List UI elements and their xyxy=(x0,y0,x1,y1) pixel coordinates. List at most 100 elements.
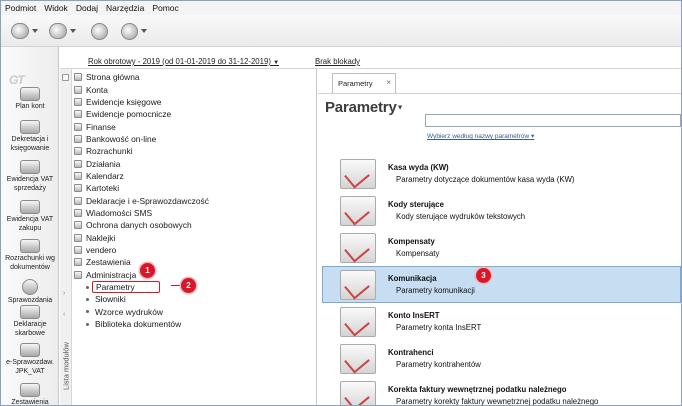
menu-narzedzia[interactable]: Narzędzia xyxy=(106,3,144,13)
tree-item[interactable]: Konta xyxy=(74,83,314,95)
module-sprawozdania[interactable]: Sprawozdania xyxy=(1,279,59,306)
tree-subitem[interactable]: Wzorce wydruków xyxy=(74,306,314,318)
search-options-link[interactable]: Wybierz według nazwy parametrów ▾ xyxy=(427,132,534,140)
disk-icon xyxy=(91,22,108,40)
tree-item[interactable]: Rozrachunki xyxy=(74,145,314,157)
tree-item-label: Konta xyxy=(86,84,108,95)
param-name[interactable]: Korekta faktury wewnętrznej podatku nale… xyxy=(388,385,598,394)
param-row[interactable]: Kody sterujące Kody sterujące wydruków te… xyxy=(322,192,681,229)
param-row-selected[interactable]: Komunikacja Parametry komunikacji xyxy=(322,266,681,303)
tree-subitem[interactable]: Biblioteka dokumentów xyxy=(74,318,314,330)
pin-icon[interactable] xyxy=(62,74,69,81)
fiscal-year-selector[interactable]: Rok obrotowy - 2019 (od 01-01-2019 do 31… xyxy=(88,57,279,66)
tree-item-label: Strona główna xyxy=(86,72,140,83)
tree-item[interactable]: Strona główna xyxy=(74,71,314,83)
tree-item[interactable]: Kalendarz xyxy=(74,170,314,182)
tree-item[interactable]: Bankowość on-line xyxy=(74,133,314,145)
search-input[interactable] xyxy=(425,114,681,127)
pen-icon xyxy=(20,120,40,134)
menu-dodaj[interactable]: Dodaj xyxy=(76,3,98,13)
param-row[interactable]: Konto InsERT Parametry konta InsERT xyxy=(322,303,681,340)
menu-bar: Podmiot Widok Dodaj Narzędzia Pomoc xyxy=(1,1,681,15)
callout-badge-1: 1 xyxy=(140,263,155,278)
module-rozrachunki[interactable]: Rozrachunki wg dokumentów xyxy=(1,239,59,272)
module-plan-kont[interactable]: Plan kont xyxy=(1,87,59,112)
tab-parametry[interactable]: Parametry × xyxy=(332,73,396,93)
chevron-left-icon[interactable]: ‹ xyxy=(63,311,65,318)
new-document-icon xyxy=(11,23,29,39)
logo: GT xyxy=(9,73,25,87)
status-bar: Rok obrotowy - 2019 (od 01-01-2019 do 31… xyxy=(60,47,681,69)
tree-item-label: Kalendarz xyxy=(86,170,124,181)
new-document-button[interactable] xyxy=(11,21,38,41)
param-name[interactable]: Kasa wyda (KW) xyxy=(388,163,575,172)
module-dekretacja[interactable]: Dekretacja i księgowanie xyxy=(1,120,59,153)
param-name[interactable]: Konto InsERT xyxy=(388,311,481,320)
print-button[interactable] xyxy=(49,21,76,41)
tree-item-label: Rozrachunki xyxy=(86,146,133,157)
list-icon xyxy=(20,383,40,397)
param-description: Parametry konta InsERT xyxy=(396,323,482,332)
module-vat-zakupu[interactable]: Ewidencja VAT zakupu xyxy=(1,200,59,233)
param-name[interactable]: Kody sterujące xyxy=(388,200,525,209)
menu-podmiot[interactable]: Podmiot xyxy=(5,3,36,13)
dropdown-arrow-icon xyxy=(141,29,147,33)
module-jpk-vat[interactable]: e-Sprawozdaw. JPK_VAT xyxy=(1,343,59,376)
tree-subitem[interactable]: Słowniki xyxy=(74,293,314,305)
tree-item-label: Administracja xyxy=(86,269,137,280)
save-button[interactable] xyxy=(91,21,108,41)
checklist-icon xyxy=(340,158,376,189)
param-description: Kompensaty xyxy=(396,249,440,258)
checklist-icon xyxy=(340,343,376,374)
module-list-label[interactable]: Lista modułów xyxy=(61,327,71,405)
folder-icon xyxy=(74,233,82,242)
tree-item[interactable]: Ewidencje księgowe xyxy=(74,96,314,108)
lock-status-link[interactable]: Brak blokady xyxy=(315,57,360,66)
chevron-right-icon[interactable]: › xyxy=(63,290,65,297)
checklist-icon xyxy=(340,269,376,300)
param-name[interactable]: Kompensaty xyxy=(388,237,439,246)
tree-item-label: Deklaracje i e-Sprawozdawczość xyxy=(86,195,209,206)
param-row[interactable]: Korekta faktury wewnętrznej podatku nale… xyxy=(322,377,681,405)
menu-widok[interactable]: Widok xyxy=(44,3,68,13)
tree-item-label: Ewidencje księgowe xyxy=(86,96,162,107)
tree-item[interactable]: Administracja xyxy=(74,269,314,281)
module-vat-sprzedazy[interactable]: Ewidencja VAT sprzedaży xyxy=(1,160,59,193)
tree-item-label: Bankowość on-line xyxy=(86,133,157,144)
tree-item[interactable]: Wiadomości SMS xyxy=(74,207,314,219)
module-deklaracje[interactable]: Deklaracje skarbowe xyxy=(1,305,59,338)
callout-badge-2: 2 xyxy=(181,278,196,293)
close-icon[interactable]: × xyxy=(386,78,391,87)
page-title[interactable]: Parametry▼ xyxy=(325,99,404,116)
folder-icon xyxy=(74,97,82,106)
help-button[interactable] xyxy=(121,21,147,41)
module-zestawienia[interactable]: Zestawienia xyxy=(1,383,59,405)
tree-item-label: Ochrona danych osobowych xyxy=(86,220,192,231)
tree-item[interactable]: Działania xyxy=(74,157,314,169)
panel-toggle-strip[interactable]: › ‹ Lista modułów xyxy=(60,69,72,405)
chart-icon xyxy=(22,279,38,295)
folder-icon xyxy=(74,221,82,230)
param-row[interactable]: Kasa wyda (KW) Parametry dotyczące dokume… xyxy=(322,155,681,192)
param-row[interactable]: Kontrahenci Parametry kontrahentów xyxy=(322,340,681,377)
register-icon xyxy=(20,200,40,214)
param-name[interactable]: Kontrahenci xyxy=(388,348,481,357)
tree-item[interactable]: Zestawienia xyxy=(74,256,314,268)
tree-item[interactable]: Ochrona danych osobowych xyxy=(74,219,314,231)
folder-icon xyxy=(74,196,82,205)
tree-item[interactable]: Kartoteki xyxy=(74,182,314,194)
tree-subitem-label: Słowniki xyxy=(95,294,126,305)
tree-item[interactable]: vendero xyxy=(74,244,314,256)
tree-item[interactable]: Deklaracje i e-Sprawozdawczość xyxy=(74,194,314,206)
menu-pomoc[interactable]: Pomoc xyxy=(152,3,178,13)
checklist-icon xyxy=(340,232,376,263)
param-text: Konto InsERT Parametry konta InsERT xyxy=(388,311,481,332)
content-area: Parametry × Parametry▼ Wybierz według na… xyxy=(318,69,681,405)
tree-item[interactable]: Ewidencje pomocnicze xyxy=(74,108,314,120)
dropdown-arrow-icon xyxy=(32,29,38,33)
param-row[interactable]: Kompensaty Kompensaty xyxy=(322,229,681,266)
param-name[interactable]: Komunikacja xyxy=(388,274,475,283)
param-description: Kody sterujące wydruków tekstowych xyxy=(396,212,526,221)
tree-item[interactable]: Finanse xyxy=(74,120,314,132)
tree-item[interactable]: Naklejki xyxy=(74,231,314,243)
